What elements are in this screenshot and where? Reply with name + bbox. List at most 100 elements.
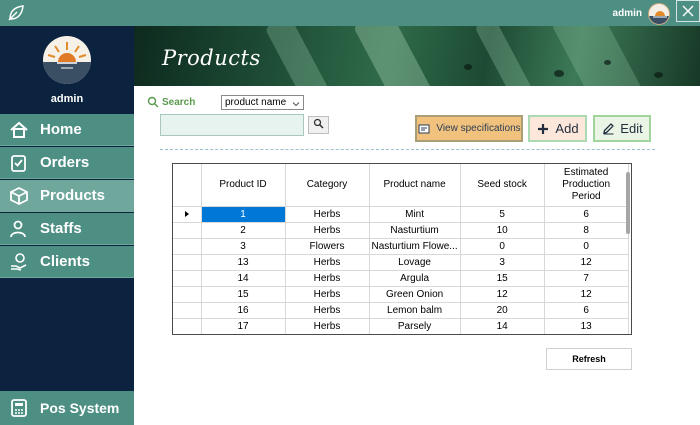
table-cell[interactable]: 6 bbox=[544, 206, 629, 223]
table-cell[interactable]: 13 bbox=[201, 254, 286, 271]
row-header[interactable] bbox=[173, 222, 202, 239]
add-label: Add bbox=[555, 121, 579, 136]
pencil-icon bbox=[601, 122, 615, 136]
table-cell[interactable]: 3 bbox=[201, 238, 286, 255]
table-cell[interactable]: Herbs bbox=[285, 270, 370, 287]
table-cell[interactable]: 0 bbox=[460, 238, 545, 255]
row-header[interactable] bbox=[173, 302, 202, 319]
sidebar-item-label: Products bbox=[40, 187, 106, 204]
sidebar-item-staffs[interactable]: Staffs bbox=[0, 213, 134, 245]
table-cell[interactable]: 1 bbox=[201, 206, 286, 223]
table-cell[interactable]: 2 bbox=[201, 222, 286, 239]
table-cell[interactable]: 14 bbox=[460, 318, 545, 334]
add-button[interactable]: Add bbox=[528, 115, 587, 142]
sidebar-item-clients[interactable]: Clients bbox=[0, 246, 134, 278]
table-cell[interactable]: 16 bbox=[201, 302, 286, 319]
column-header[interactable]: Product name bbox=[369, 164, 461, 207]
table-cell[interactable]: 3 bbox=[460, 254, 545, 271]
table-cell[interactable]: Lemon balm bbox=[369, 302, 461, 319]
refresh-button[interactable]: Refresh bbox=[546, 348, 632, 370]
table-cell[interactable]: 7 bbox=[544, 270, 629, 287]
table-cell[interactable]: 15 bbox=[201, 286, 286, 303]
table-cell[interactable]: Argula bbox=[369, 270, 461, 287]
table-row[interactable]: 14 Herbs Argula 15 7 bbox=[173, 270, 629, 287]
table-cell[interactable]: Herbs bbox=[285, 206, 370, 223]
table-row[interactable]: 17 Herbs Parsely 14 13 bbox=[173, 318, 629, 334]
table-row[interactable]: 16 Herbs Lemon balm 20 6 bbox=[173, 302, 629, 319]
search-input[interactable] bbox=[160, 114, 304, 136]
table-cell[interactable]: 0 bbox=[544, 238, 629, 255]
table-cell[interactable]: Nasturtium Flowe... bbox=[369, 238, 461, 255]
pos-system-label: Pos System bbox=[40, 400, 120, 416]
page-title: Products bbox=[162, 46, 261, 70]
table-row[interactable]: 1 Herbs Mint 5 6 bbox=[173, 206, 629, 223]
table-cell[interactable]: 8 bbox=[544, 222, 629, 239]
table-cell[interactable]: Herbs bbox=[285, 302, 370, 319]
table-cell[interactable]: 5 bbox=[460, 206, 545, 223]
plus-icon bbox=[536, 122, 550, 136]
column-header[interactable]: Product ID bbox=[201, 164, 286, 207]
table-cell[interactable]: 12 bbox=[544, 286, 629, 303]
table-row[interactable]: 3 Flowers Nasturtium Flowe... 0 0 bbox=[173, 238, 629, 255]
column-header[interactable]: Category bbox=[285, 164, 370, 207]
sidebar-item-pos-system[interactable]: Pos System bbox=[0, 391, 134, 425]
table-cell[interactable]: 17 bbox=[201, 318, 286, 334]
table-row[interactable]: 15 Herbs Green Onion 12 12 bbox=[173, 286, 629, 303]
divider bbox=[160, 149, 655, 150]
search-button[interactable] bbox=[308, 116, 329, 134]
chevron-down-icon bbox=[292, 99, 300, 107]
column-header[interactable]: Estimated Production Period bbox=[544, 164, 629, 207]
row-header-corner bbox=[173, 164, 202, 207]
sidebar-item-orders[interactable]: Orders bbox=[0, 147, 134, 179]
edit-button[interactable]: Edit bbox=[593, 115, 651, 142]
table-cell[interactable]: 6 bbox=[544, 302, 629, 319]
table-header-row: Product ID Category Product name Seed st… bbox=[173, 164, 629, 207]
table-row[interactable]: 13 Herbs Lovage 3 12 bbox=[173, 254, 629, 271]
search-label: Search bbox=[147, 96, 195, 108]
table-row[interactable]: 2 Herbs Nasturtium 10 8 bbox=[173, 222, 629, 239]
search-field-value: product name bbox=[225, 97, 287, 108]
row-header[interactable] bbox=[173, 206, 202, 223]
table-cell[interactable]: 10 bbox=[460, 222, 545, 239]
clipboard-check-icon bbox=[8, 152, 30, 174]
table-cell[interactable]: Lovage bbox=[369, 254, 461, 271]
magnifier-icon bbox=[313, 116, 324, 134]
table-cell[interactable]: 12 bbox=[544, 254, 629, 271]
vertical-scrollbar[interactable] bbox=[626, 172, 630, 234]
edit-label: Edit bbox=[620, 121, 643, 136]
table-cell[interactable]: Green Onion bbox=[369, 286, 461, 303]
table-cell[interactable]: Herbs bbox=[285, 222, 370, 239]
products-table[interactable]: Product ID Category Product name Seed st… bbox=[172, 163, 632, 335]
header-banner: Products bbox=[134, 26, 700, 86]
row-header[interactable] bbox=[173, 270, 202, 287]
search-field-select[interactable]: product name bbox=[221, 95, 304, 110]
avatar bbox=[43, 36, 91, 84]
table-cell[interactable]: Mint bbox=[369, 206, 461, 223]
table-cell[interactable]: 12 bbox=[460, 286, 545, 303]
sidebar-item-products[interactable]: Products bbox=[0, 180, 134, 212]
row-header[interactable] bbox=[173, 254, 202, 271]
row-header[interactable] bbox=[173, 286, 202, 303]
table-cell[interactable]: Herbs bbox=[285, 254, 370, 271]
row-header[interactable] bbox=[173, 238, 202, 255]
sidebar-username: admin bbox=[50, 93, 84, 105]
table-cell[interactable]: 20 bbox=[460, 302, 545, 319]
table-cell[interactable]: 14 bbox=[201, 270, 286, 287]
close-button[interactable] bbox=[676, 0, 700, 22]
current-row-arrow-icon bbox=[184, 210, 189, 217]
table-cell[interactable]: Nasturtium bbox=[369, 222, 461, 239]
view-specifications-button[interactable]: View specifications bbox=[415, 115, 523, 142]
table-cell[interactable]: Flowers bbox=[285, 238, 370, 255]
titlebar-avatar[interactable] bbox=[648, 3, 670, 25]
table-cell[interactable]: Herbs bbox=[285, 286, 370, 303]
column-header[interactable]: Seed stock bbox=[460, 164, 545, 207]
sidebar-item-label: Staffs bbox=[40, 220, 82, 237]
table-cell[interactable]: 13 bbox=[544, 318, 629, 334]
row-header[interactable] bbox=[173, 318, 202, 334]
home-icon bbox=[8, 119, 30, 141]
sidebar-item-home[interactable]: Home bbox=[0, 114, 134, 146]
table-cell[interactable]: 15 bbox=[460, 270, 545, 287]
table-cell[interactable]: Herbs bbox=[285, 318, 370, 334]
table-cell[interactable]: Parsely bbox=[369, 318, 461, 334]
calculator-icon bbox=[8, 397, 30, 419]
